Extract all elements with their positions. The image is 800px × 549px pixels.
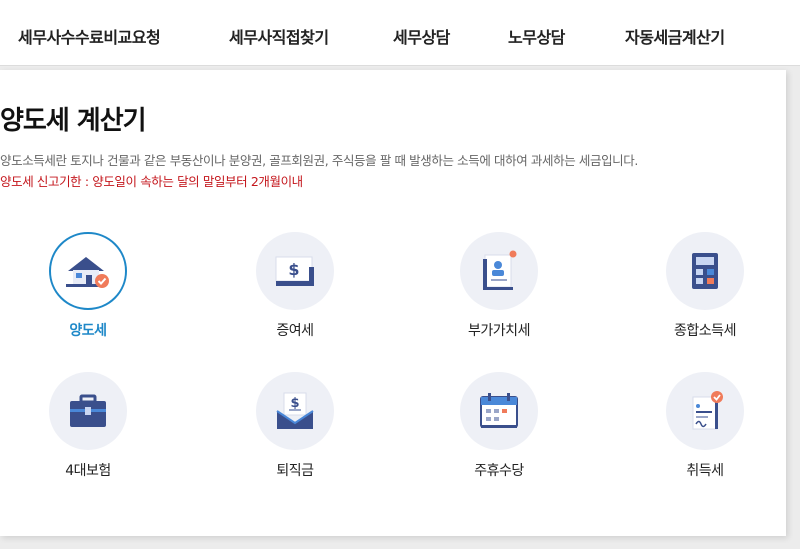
calc-vat[interactable]: 부가가치세 [420,232,580,352]
calc-icon-circle [666,232,744,310]
briefcase-icon [64,391,112,431]
calc-icon-circle [666,372,744,450]
calc-label: 양도세 [69,323,107,339]
calc-label: 4대보험 [65,463,111,479]
page-description: 양도소득세란 토지나 건물과 같은 부동산이나 분양권, 골프회원권, 주식등을… [0,153,638,168]
nav-tax-consult[interactable]: 세무상담 [393,24,450,48]
calc-capital-gains-tax[interactable]: 양도세 [9,232,169,352]
top-navigation: 세무사수수료비교요청 세무사직접찾기 세무상담 노무상담 자동세금계산기 [0,0,800,66]
calc-gift-tax[interactable]: $ 증여세 [216,232,376,352]
money-envelope-icon: $ [271,251,319,291]
pay-envelope-icon: $ [271,389,319,433]
nav-find-accountant[interactable]: 세무사직접찾기 [229,24,329,48]
calculator-icon [685,249,725,293]
house-transfer-icon [64,251,112,291]
calc-icon-circle: $ [256,232,334,310]
calc-icon-circle [460,372,538,450]
calc-weekly-holiday-pay[interactable]: 주휴수당 [420,372,580,492]
calendar-icon [475,389,523,433]
calc-icon-circle [49,232,127,310]
deadline-notice: 양도세 신고기한 : 양도일이 속하는 달의 말일부터 2개월이내 [0,174,303,189]
svg-text:$: $ [288,260,299,279]
nav-tax-calculator[interactable]: 자동세금계산기 [625,24,725,48]
calc-icon-circle: $ [256,372,334,450]
calculator-panel: 양도세 계산기 양도소득세란 토지나 건물과 같은 부동산이나 분양권, 골프회… [0,70,786,536]
nav-labor-consult[interactable]: 노무상담 [508,24,565,48]
calc-label: 증여세 [276,323,314,339]
calc-acquisition-tax[interactable]: 취득세 [626,372,786,492]
calc-label: 주휴수당 [474,463,524,479]
calc-label: 취득세 [686,463,724,479]
calc-income-tax[interactable]: 종합소득세 [626,232,786,352]
calc-label: 부가가치세 [468,323,530,339]
svg-text:$: $ [290,396,299,411]
calc-label: 종합소득세 [674,323,736,339]
calc-label: 퇴직금 [276,463,314,479]
nav-fee-comparison[interactable]: 세무사수수료비교요청 [18,24,161,48]
calc-social-insurance[interactable]: 4대보험 [9,372,169,492]
calc-icon-circle [49,372,127,450]
document-person-icon [475,249,523,293]
calc-icon-circle [460,232,538,310]
page-title: 양도세 계산기 [0,106,147,136]
calc-severance-pay[interactable]: $ 퇴직금 [216,372,376,492]
contract-check-icon [683,389,727,433]
